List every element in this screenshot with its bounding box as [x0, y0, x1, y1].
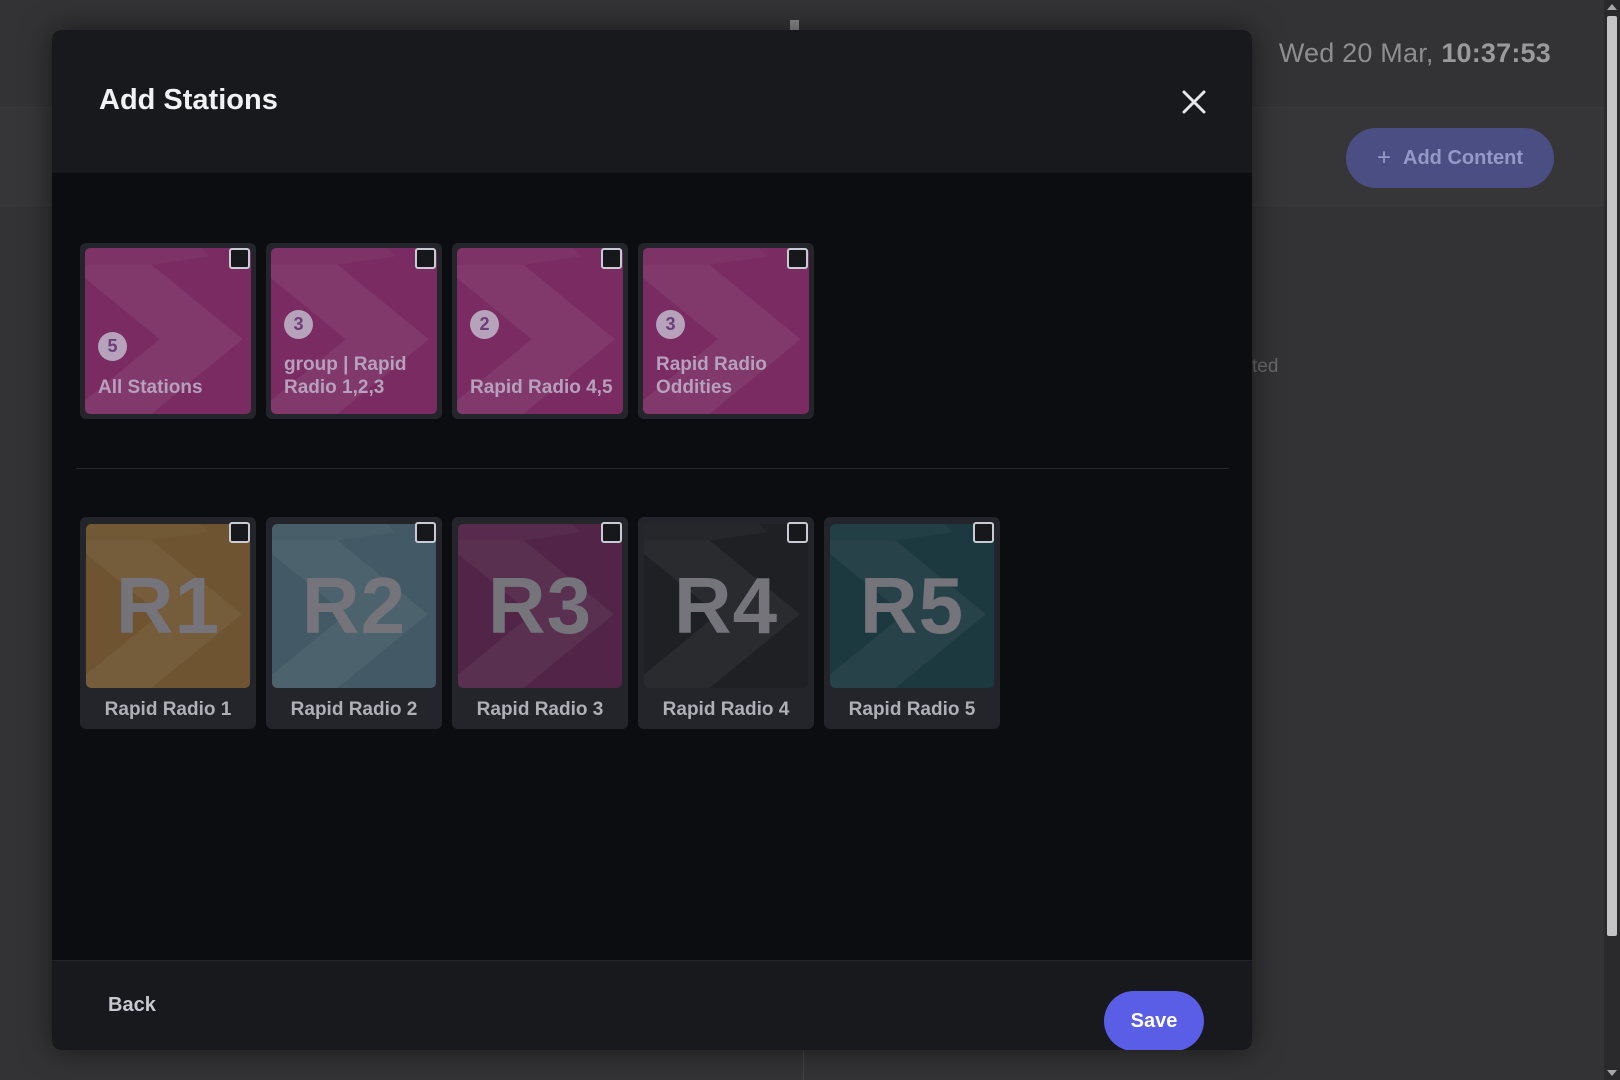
- plus-icon: +: [1377, 144, 1392, 171]
- station-label: Rapid Radio 5: [848, 699, 976, 720]
- modal-title: Add Stations: [99, 84, 278, 116]
- clock-time: 10:37:53: [1441, 38, 1551, 68]
- add-content-label: Add Content: [1403, 146, 1523, 169]
- station-checkbox[interactable]: [415, 522, 436, 543]
- station-checkbox[interactable]: [787, 522, 808, 543]
- close-icon: [1182, 90, 1206, 114]
- group-checkbox[interactable]: [415, 248, 436, 269]
- background-marker: [790, 20, 799, 30]
- background-status-text: ted: [1252, 356, 1279, 377]
- group-label: All Stations: [98, 377, 203, 398]
- station-group-card[interactable]: 2 Rapid Radio 4,5: [452, 243, 628, 419]
- add-content-button[interactable]: + Add Content: [1346, 128, 1554, 188]
- scroll-up-icon[interactable]: [1607, 4, 1617, 10]
- group-checkbox[interactable]: [601, 248, 622, 269]
- station-label: Rapid Radio 3: [476, 699, 604, 720]
- station-label: Rapid Radio 1: [104, 699, 232, 720]
- station-checkbox[interactable]: [229, 522, 250, 543]
- station-card[interactable]: R2 Rapid Radio 2: [266, 517, 442, 729]
- group-tile: 5 All Stations: [85, 248, 251, 414]
- group-tile: 2 Rapid Radio 4,5: [457, 248, 623, 414]
- save-button[interactable]: Save: [1104, 991, 1204, 1050]
- group-label: Rapid Radio 4,5: [470, 377, 613, 398]
- station-logo: R5: [830, 524, 994, 688]
- group-checkbox[interactable]: [787, 248, 808, 269]
- group-tile: 3 group | Rapid Radio 1,2,3: [271, 248, 437, 414]
- station-code: R4: [673, 561, 779, 650]
- station-label: Rapid Radio 2: [290, 699, 418, 720]
- station-group-card[interactable]: 5 All Stations: [80, 243, 256, 419]
- station-card[interactable]: R4 Rapid Radio 4: [638, 517, 814, 729]
- group-count-badge: 2: [470, 310, 499, 339]
- station-logo: R1: [86, 524, 250, 688]
- station-code: R5: [859, 561, 965, 650]
- station-checkbox[interactable]: [601, 522, 622, 543]
- modal-header: Add Stations: [52, 30, 1252, 173]
- station-group-card[interactable]: 3 group | Rapid Radio 1,2,3: [266, 243, 442, 419]
- station-group-card[interactable]: 3 Rapid Radio Oddities: [638, 243, 814, 419]
- station-logo: R2: [272, 524, 436, 688]
- section-divider: [76, 468, 1229, 469]
- station-card[interactable]: R1 Rapid Radio 1: [80, 517, 256, 729]
- clock-date: Wed 20 Mar,: [1278, 38, 1434, 68]
- group-count-badge: 3: [284, 310, 313, 339]
- scroll-down-icon[interactable]: [1607, 1070, 1617, 1076]
- group-count-badge: 3: [656, 310, 685, 339]
- station-code: R3: [487, 561, 593, 650]
- modal-body: 5 All Stations 3 group | Rapid Radio 1,2,3 2…: [52, 173, 1252, 960]
- station-label: Rapid Radio 4: [662, 699, 790, 720]
- scrollbar-thumb[interactable]: [1607, 16, 1617, 936]
- clock: Wed 20 Mar, 10:37:53: [1279, 38, 1551, 69]
- page-scrollbar[interactable]: [1604, 0, 1620, 1080]
- modal-footer: Back Save: [52, 960, 1252, 1050]
- group-label: group | Rapid Radio 1,2,3: [284, 354, 407, 398]
- group-checkbox[interactable]: [229, 248, 250, 269]
- station-card[interactable]: R5 Rapid Radio 5: [824, 517, 1000, 729]
- close-button[interactable]: [1176, 84, 1212, 120]
- stations-list: R1 Rapid Radio 1 R2 Rapid Radio 2 R3 Rapid Ra…: [80, 517, 1000, 729]
- group-label: Rapid Radio Oddities: [656, 354, 767, 398]
- back-button[interactable]: Back: [108, 994, 156, 1017]
- station-code: R2: [301, 561, 407, 650]
- station-card[interactable]: R3 Rapid Radio 3: [452, 517, 628, 729]
- group-tile: 3 Rapid Radio Oddities: [643, 248, 809, 414]
- station-code: R1: [115, 561, 221, 650]
- station-logo: R3: [458, 524, 622, 688]
- group-count-badge: 5: [98, 332, 127, 361]
- add-stations-modal: Add Stations 5 All Stations 3 group | Rapid…: [52, 30, 1252, 1050]
- station-groups-list: 5 All Stations 3 group | Rapid Radio 1,2,3 2…: [80, 243, 814, 419]
- station-logo: R4: [644, 524, 808, 688]
- station-checkbox[interactable]: [973, 522, 994, 543]
